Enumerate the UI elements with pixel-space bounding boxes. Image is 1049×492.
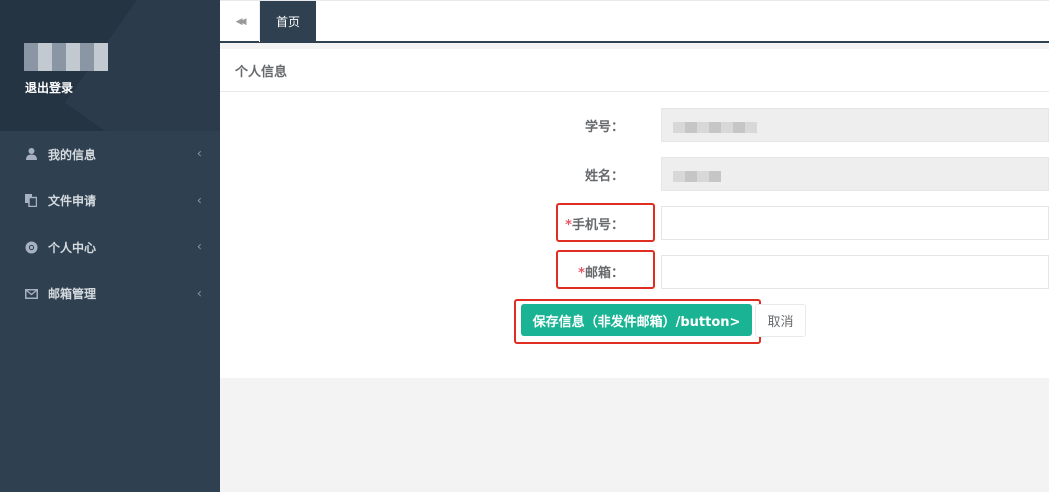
envelope-icon [24, 287, 38, 301]
email-input[interactable] [661, 255, 1049, 289]
sidebar: 退出登录 我的信息 ‹ 文件申请 ‹ 个人中心 ‹ 邮箱管理 ‹ [0, 0, 220, 492]
copy-icon [24, 194, 38, 208]
required-mark: * [578, 266, 585, 281]
logout-link[interactable]: 退出登录 [25, 79, 73, 96]
sidebar-item-personal-center[interactable]: 个人中心 ‹ [0, 224, 220, 271]
student-id-label: 学号： [584, 120, 624, 135]
profile-header: 退出登录 [0, 0, 220, 131]
personal-info-panel: 个人信息 学号： 姓名： *手机号： *邮箱： 保存信息（非发件邮箱）/butt… [220, 49, 1049, 378]
sidebar-item-label: 文件申请 [48, 194, 97, 209]
sidebar-item-label: 我的信息 [48, 147, 97, 162]
sidebar-item-label: 邮箱管理 [48, 287, 97, 302]
backward-icon: ◀◀ [235, 16, 247, 27]
chevron-left-icon: ‹ [196, 239, 202, 255]
required-mark: * [565, 218, 572, 233]
tab-home[interactable]: 首页 [260, 1, 316, 42]
chevron-left-icon: ‹ [196, 286, 202, 302]
tab-scroll-left-button[interactable]: ◀◀ [220, 1, 260, 42]
sidebar-item-file-apply[interactable]: 文件申请 ‹ [0, 178, 220, 225]
panel-title: 个人信息 [220, 49, 1049, 92]
redacted-value [673, 171, 721, 182]
redacted-value [673, 122, 757, 133]
user-icon [24, 147, 38, 161]
sidebar-item-label: 个人中心 [48, 240, 97, 255]
name-label: 姓名： [584, 169, 624, 184]
email-label: *邮箱： [578, 266, 624, 281]
cancel-button[interactable]: 取消 [755, 304, 806, 337]
phone-label: *手机号： [565, 218, 624, 233]
chevron-left-icon: ‹ [196, 193, 202, 209]
tab-bar: ◀◀ 首页 [220, 0, 1049, 43]
chrome-icon [24, 240, 38, 254]
student-id-field [661, 108, 1049, 142]
sidebar-item-mailbox[interactable]: 邮箱管理 ‹ [0, 271, 220, 318]
save-button[interactable]: 保存信息（非发件邮箱）/button> [521, 304, 752, 336]
phone-input[interactable] [661, 206, 1049, 240]
chevron-left-icon: ‹ [196, 146, 202, 162]
sidebar-item-my-info[interactable]: 我的信息 ‹ [0, 131, 220, 178]
name-field [661, 157, 1049, 191]
avatar [24, 43, 108, 71]
